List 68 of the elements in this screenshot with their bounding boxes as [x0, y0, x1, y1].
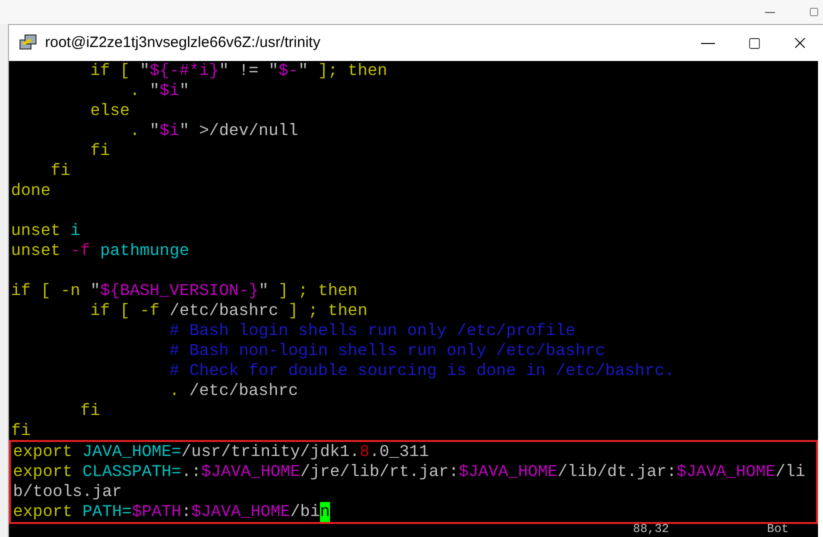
code-text: unset	[11, 241, 62, 261]
code-text: fi	[89, 141, 110, 161]
code-text: "	[90, 281, 100, 301]
code-text: fi	[79, 401, 100, 421]
code-text: $JAVA_HOME	[676, 462, 776, 482]
code-text: ] ; then	[277, 281, 358, 301]
code-text: ]; then	[316, 61, 388, 81]
code-text: /etc/bashrc	[169, 301, 278, 321]
code-text: $JAVA_HOME	[191, 502, 290, 522]
code-text: fi	[11, 421, 31, 441]
code-text: $PATH	[132, 502, 182, 522]
code-text: .	[128, 121, 141, 141]
code-text: -f	[70, 241, 90, 261]
code-text: "	[258, 281, 268, 301]
minimize-icon	[701, 42, 715, 44]
code-text: # Check for double sourcing is done in /etc/bashrc.	[168, 361, 674, 381]
code-text: $i	[160, 81, 180, 101]
code-text: export	[13, 462, 74, 482]
code-text: done	[11, 181, 51, 201]
code-text: .	[168, 381, 180, 401]
code-text: /jre/lib/rt.jar:	[300, 462, 459, 482]
code-text: 8	[360, 442, 370, 462]
code-text: "	[150, 81, 160, 101]
code-text: export	[13, 502, 74, 522]
code-text: ${-#*i}	[150, 61, 219, 81]
code-text: /bi	[290, 502, 320, 522]
code-text: export	[13, 442, 74, 462]
scroll-position: Bot	[767, 523, 789, 536]
code-text: "	[179, 81, 190, 101]
code-text: /usr/trinity/jdk1.	[181, 442, 360, 462]
code-text: $JAVA_HOME	[201, 462, 300, 482]
code-text: fi	[50, 161, 70, 181]
code-text: /lib/dt.jar:	[558, 462, 676, 482]
code-text: :	[181, 502, 192, 522]
cursor-char: n	[320, 502, 330, 522]
terminal-app-icon	[19, 34, 37, 52]
code-text: if [ -n	[11, 281, 82, 301]
code-text: PATH=	[82, 502, 132, 522]
code-text: " != "	[218, 61, 278, 81]
code-text: " >/dev/null	[179, 121, 298, 141]
code-text: "	[150, 121, 160, 141]
maximize-icon[interactable]	[809, 7, 819, 17]
code-text: $JAVA_HOME	[458, 462, 558, 482]
code-text: .:	[181, 462, 202, 482]
code-text: if [ -f	[89, 301, 161, 321]
code-text: .	[128, 81, 141, 101]
code-text: ] ; then	[287, 301, 368, 321]
code-text: # Bash login shells run only /etc/profile	[168, 321, 576, 341]
code-text: # Bash non-login shells run only /etc/bashrc	[168, 341, 606, 361]
code-text: unset	[11, 221, 62, 241]
maximize-icon	[748, 36, 760, 50]
cursor-position: 88,32	[633, 523, 670, 536]
code-text: $i	[160, 121, 180, 141]
code-text: /li	[776, 462, 806, 482]
code-text: /etc/bashrc	[189, 381, 298, 401]
code-text: "	[140, 61, 150, 81]
window-title: root@iZ2ze1tj3nvseglzle66v6Z:/usr/trinity	[45, 32, 320, 53]
code-text: JAVA_HOME=	[82, 442, 182, 462]
code-text: i	[70, 221, 80, 241]
code-text: b/tools.jar	[13, 482, 122, 502]
code-text: ${BASH_VERSION-}	[100, 281, 259, 301]
code-text: if [	[89, 61, 131, 81]
code-text: $-	[278, 61, 298, 81]
code-text: pathmunge	[99, 241, 190, 261]
code-text: .0_311	[369, 442, 429, 462]
code-text: "	[298, 61, 308, 81]
code-text: CLASSPATH=	[82, 462, 182, 482]
code-text: else	[89, 101, 130, 121]
